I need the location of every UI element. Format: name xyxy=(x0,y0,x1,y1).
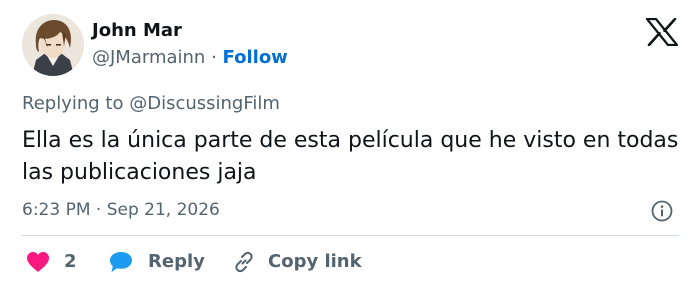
timestamp-separator: · xyxy=(95,200,102,220)
author-handle[interactable]: @JMarmainn xyxy=(92,47,205,68)
link-icon xyxy=(235,251,253,273)
reply-label: Reply xyxy=(148,251,205,272)
replying-to-prefix: Replying to xyxy=(22,93,124,114)
avatar-image xyxy=(22,14,84,76)
tweet-time: 6:23 PM xyxy=(22,200,91,220)
tweet-text: Ella es la única parte de esta película … xyxy=(22,128,679,185)
author-name[interactable]: John Mar xyxy=(92,20,182,42)
tweet-date: Sep 21, 2026 xyxy=(106,200,220,220)
follow-button[interactable]: Follow xyxy=(223,47,288,68)
like-count: 2 xyxy=(64,251,77,272)
copy-link-label: Copy link xyxy=(268,251,362,272)
replying-to-line: Replying to @DiscussingFilm xyxy=(22,93,280,115)
tweet-timestamp[interactable]: 6:23 PM · Sep 21, 2026 xyxy=(22,199,220,221)
author-handle-row: @JMarmainn · Follow xyxy=(92,47,288,69)
divider xyxy=(22,235,679,236)
replying-to-handle[interactable]: @DiscussingFilm xyxy=(129,93,280,114)
avatar[interactable] xyxy=(22,14,84,76)
handle-separator: · xyxy=(211,47,217,68)
speech-bubble-icon xyxy=(110,252,132,272)
like-button[interactable]: 2 xyxy=(26,250,77,274)
info-icon[interactable] xyxy=(650,199,674,223)
reply-button[interactable]: Reply xyxy=(108,250,205,274)
x-logo-icon[interactable] xyxy=(646,18,678,46)
heart-icon xyxy=(27,252,49,272)
copy-link-button[interactable]: Copy link xyxy=(232,250,362,274)
